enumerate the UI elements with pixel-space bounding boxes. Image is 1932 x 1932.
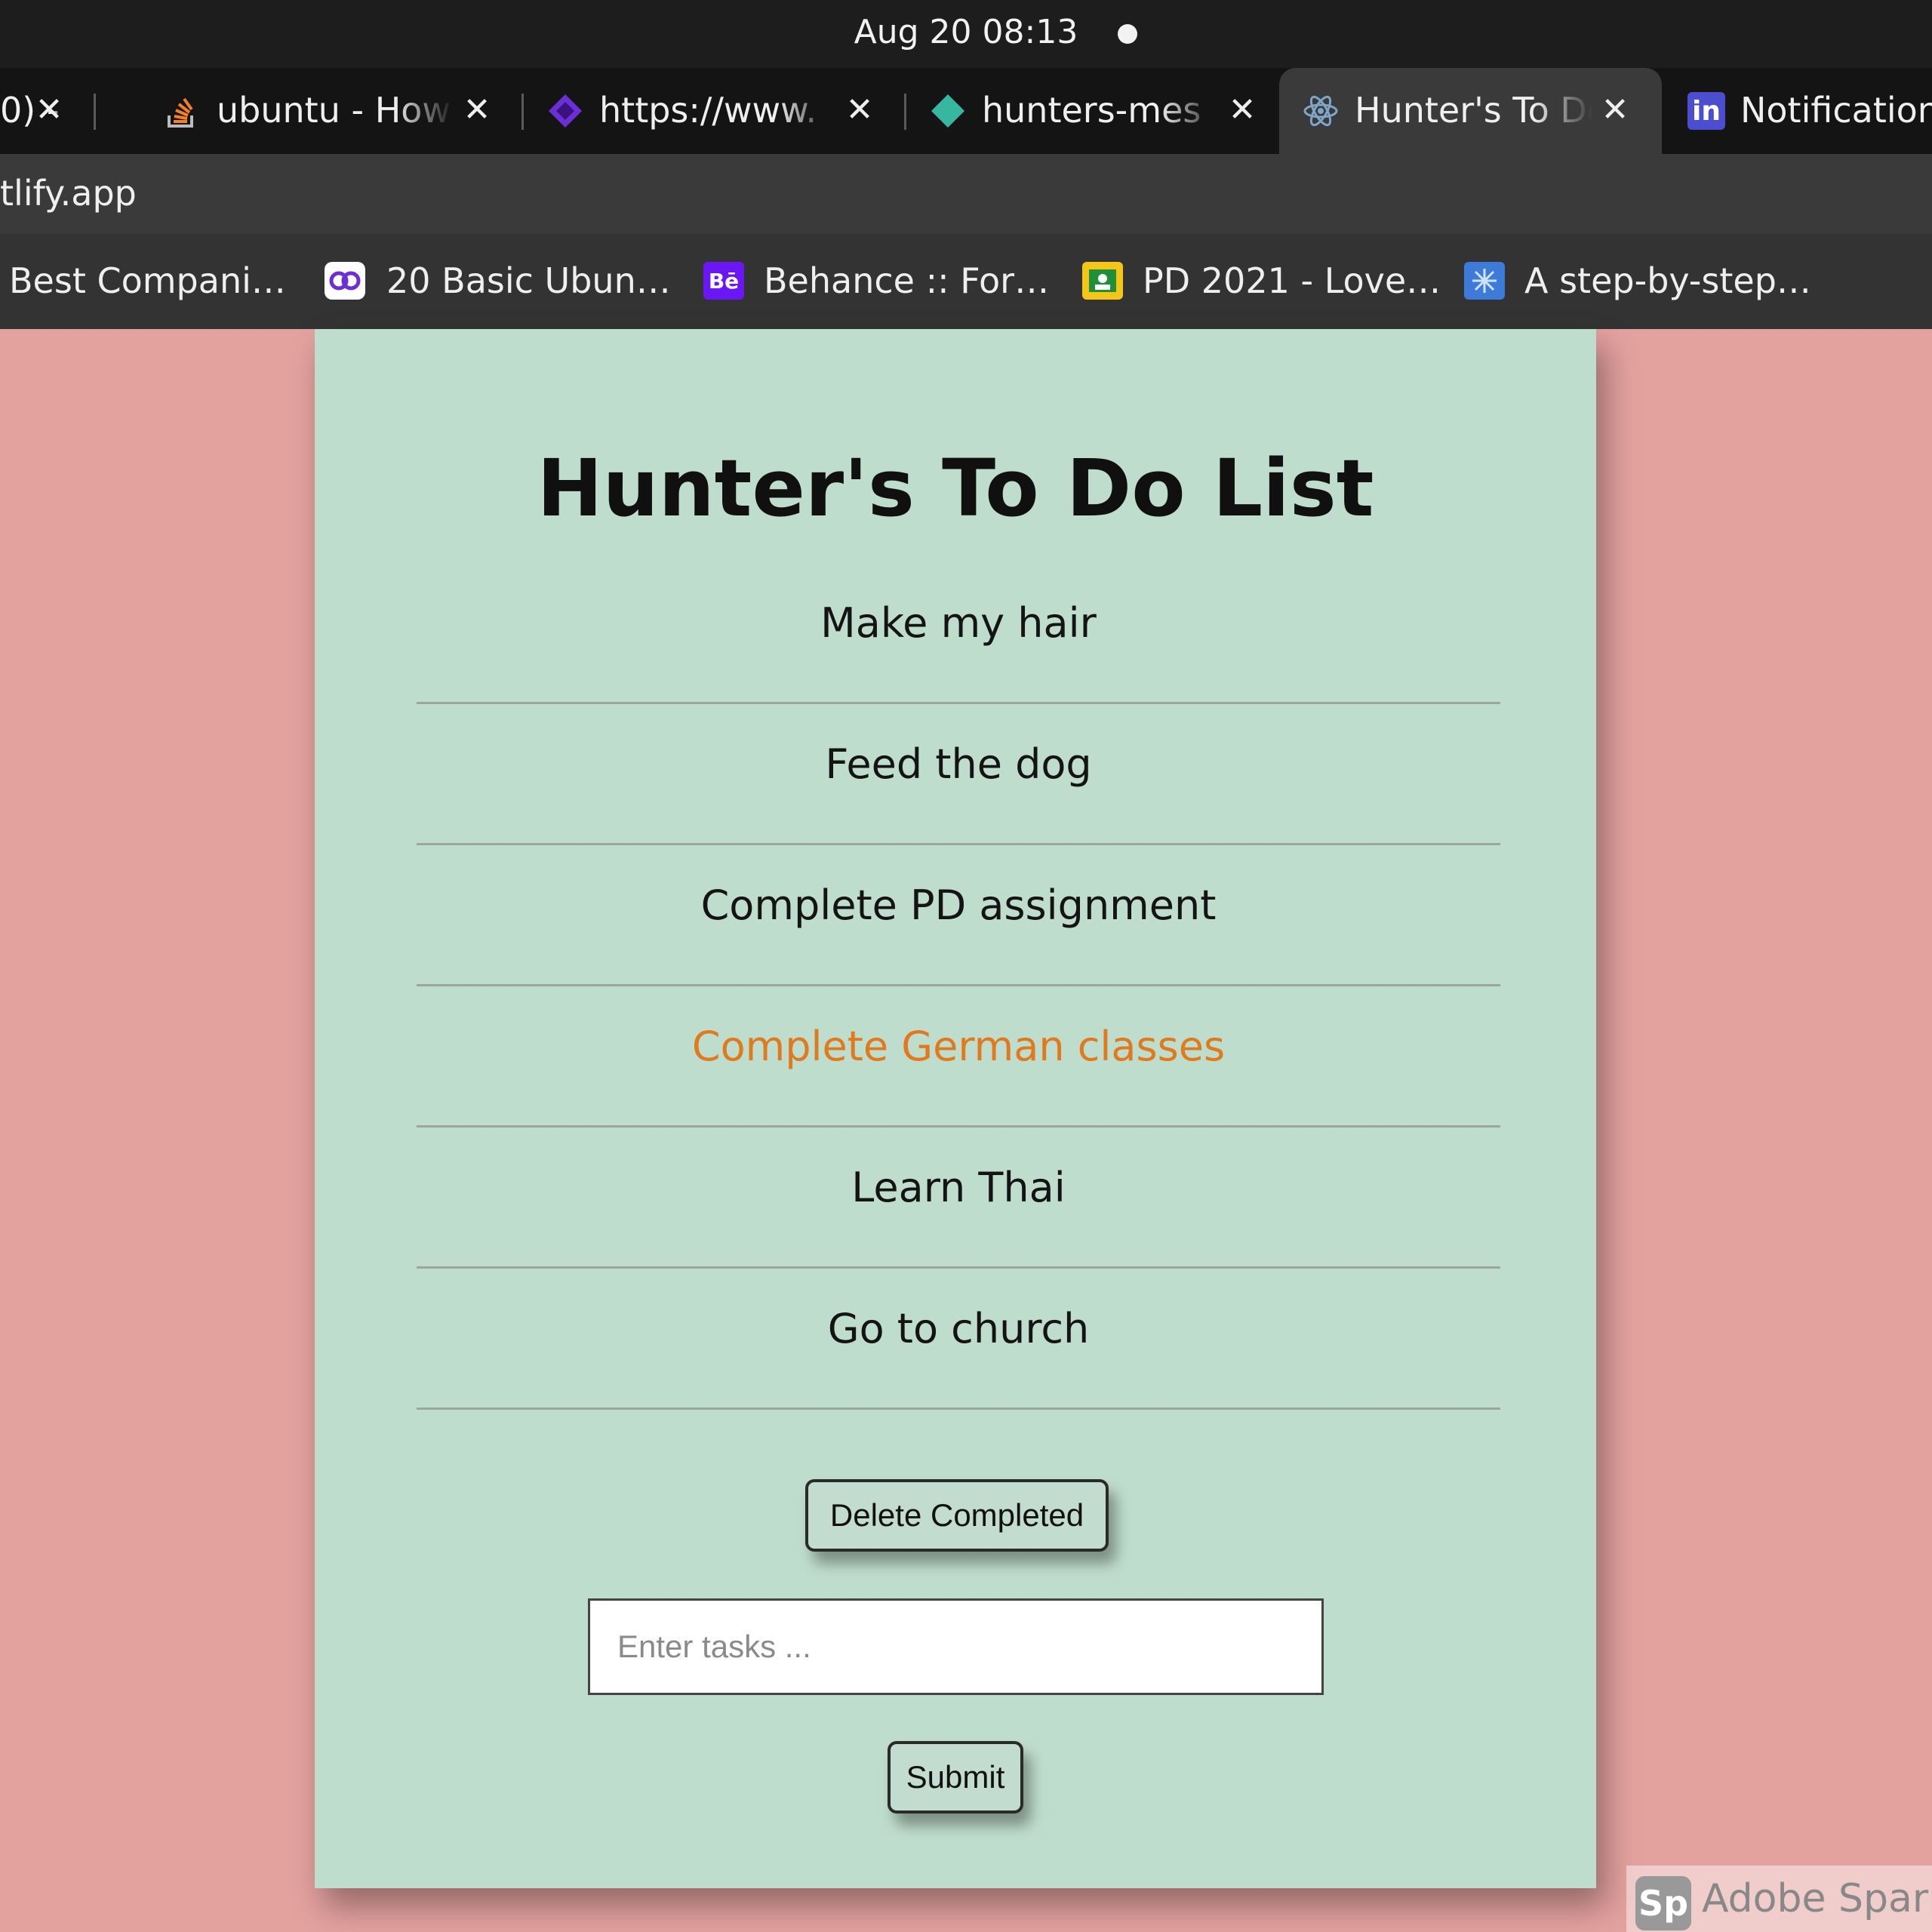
bookmarks-bar: Best Compani… 20 Basic Ubun… Bē Behance …: [0, 234, 1932, 329]
stackoverflow-icon: [164, 92, 202, 130]
netlify-icon: [929, 92, 967, 130]
link-icon: [325, 262, 365, 300]
task-input[interactable]: [588, 1598, 1324, 1695]
bookmark-label: Best Compani…: [9, 260, 286, 301]
sparkle-icon: [1464, 262, 1505, 300]
tab-separator: [94, 94, 96, 130]
todo-card: Hunter's To Do List Make my hair Feed th…: [315, 329, 1596, 1888]
adobe-spark-watermark: Sp Adobe Spark: [1626, 1866, 1932, 1932]
task-item[interactable]: Make my hair: [417, 563, 1500, 704]
task-item[interactable]: Go to church: [417, 1269, 1500, 1410]
system-top-bar: Aug 20 08:13: [0, 0, 1932, 68]
task-item[interactable]: Feed the dog: [417, 704, 1500, 845]
close-tab-icon[interactable]: ✕: [30, 68, 68, 154]
bookmark-label: 20 Basic Ubun…: [386, 260, 671, 301]
browser-tab-strip: 0) - ✕ ubuntu - How ✕ https://www. ✕ hun…: [0, 68, 1932, 154]
task-item-completed[interactable]: Complete German classes: [417, 986, 1500, 1128]
adobe-spark-logo-icon: Sp: [1635, 1876, 1691, 1930]
page-background: Hunter's To Do List Make my hair Feed th…: [0, 329, 1932, 1932]
bookmark-label: Behance :: For…: [764, 260, 1050, 301]
task-list: Make my hair Feed the dog Complete PD as…: [417, 563, 1500, 1410]
react-icon: [1302, 92, 1340, 130]
submit-button[interactable]: Submit: [888, 1741, 1023, 1814]
purple-diamond-icon: [546, 92, 584, 130]
behance-icon: Bē: [703, 262, 744, 300]
address-bar[interactable]: tlify.app: [0, 154, 1932, 234]
close-tab-icon[interactable]: ✕: [841, 68, 878, 154]
tab-5[interactable]: in Notifications: [1665, 68, 1932, 154]
tab-title: Hunter's To Do: [1355, 90, 1592, 131]
close-tab-icon[interactable]: ✕: [1223, 68, 1261, 154]
tab-3[interactable]: hunters-mes ✕: [906, 68, 1276, 154]
tab-title: ubuntu - How: [217, 90, 451, 131]
page-title: Hunter's To Do List: [537, 442, 1374, 534]
url-text[interactable]: tlify.app: [0, 154, 137, 234]
close-tab-icon[interactable]: ✕: [1596, 68, 1634, 154]
tab-0[interactable]: 0) - ✕: [0, 68, 96, 154]
classroom-icon: [1082, 262, 1123, 300]
delete-completed-button[interactable]: Delete Completed: [805, 1479, 1109, 1552]
tab-2[interactable]: https://www. ✕: [524, 68, 906, 154]
task-item[interactable]: Complete PD assignment: [417, 845, 1500, 986]
notification-dot-icon: [1118, 24, 1137, 44]
tab-title: https://www.: [599, 90, 817, 131]
watermark-text: Adobe Spark: [1702, 1876, 1932, 1921]
close-tab-icon[interactable]: ✕: [458, 68, 496, 154]
bookmark-label: PD 2021 - Love…: [1143, 260, 1441, 301]
clock[interactable]: Aug 20 08:13: [0, 0, 1932, 68]
tab-title: Notifications: [1740, 90, 1932, 131]
tab-1[interactable]: ubuntu - How ✕: [141, 68, 524, 154]
tab-title: hunters-mes: [982, 90, 1201, 131]
tab-4-active[interactable]: Hunter's To Do ✕: [1279, 68, 1662, 154]
task-item[interactable]: Learn Thai: [417, 1128, 1500, 1269]
linkedin-icon: in: [1687, 92, 1725, 130]
bookmark-label: A step-by-step…: [1524, 260, 1811, 301]
